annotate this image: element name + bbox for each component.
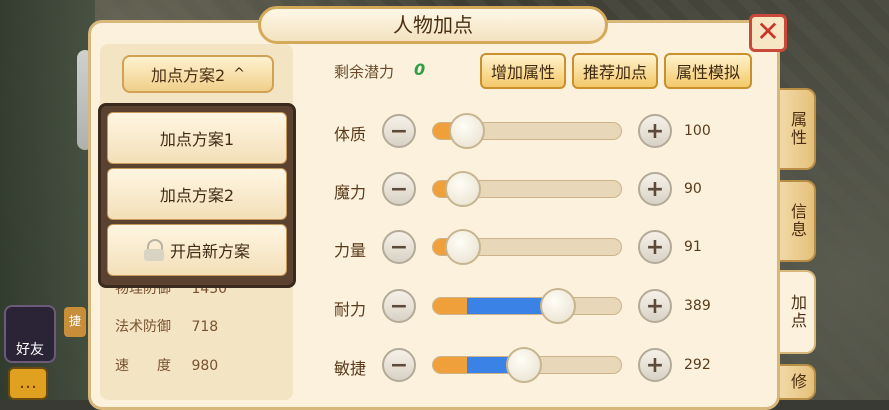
stat-label: 速 度 bbox=[115, 358, 171, 374]
plan-dropdown: 加点方案1 加点方案2 开启新方案 bbox=[98, 103, 296, 288]
potential-value: 0 bbox=[414, 60, 426, 79]
plus-icon: + bbox=[645, 352, 665, 378]
plan-select-button[interactable]: 加点方案2 ^ bbox=[122, 55, 274, 93]
tab-attributes[interactable]: 属性 bbox=[780, 88, 816, 170]
attribute-label: 力量 bbox=[334, 241, 367, 260]
plus-icon: + bbox=[645, 234, 665, 260]
plus-button[interactable]: + bbox=[638, 348, 672, 382]
lock-icon bbox=[143, 239, 164, 261]
minus-icon: − bbox=[389, 118, 409, 144]
minus-icon: − bbox=[389, 352, 409, 378]
potential-label: 剩余潜力 bbox=[334, 63, 395, 81]
chat-icon[interactable]: … bbox=[8, 367, 48, 400]
stat-value: 718 bbox=[191, 319, 219, 335]
plus-button[interactable]: + bbox=[638, 172, 672, 206]
friends-button[interactable]: 好友 bbox=[4, 305, 56, 363]
plus-button[interactable]: + bbox=[638, 230, 672, 264]
plan-option-label: 加点方案2 bbox=[159, 186, 235, 205]
slider-base-fill bbox=[433, 357, 467, 373]
slider-knob[interactable] bbox=[506, 347, 543, 383]
attribute-value: 91 bbox=[684, 239, 702, 255]
attribute-value: 292 bbox=[684, 357, 711, 373]
close-icon: ✕ bbox=[756, 15, 780, 48]
recommend-points-button[interactable]: 推荐加点 bbox=[572, 53, 658, 89]
attribute-label: 敏捷 bbox=[334, 359, 367, 378]
unlock-plan-option[interactable]: 开启新方案 bbox=[107, 224, 287, 276]
quick-button[interactable]: 捷 bbox=[64, 307, 86, 337]
recommend-points-label: 推荐加点 bbox=[582, 63, 647, 82]
plus-icon: + bbox=[645, 118, 665, 144]
friends-label: 好友 bbox=[16, 342, 44, 358]
add-attribute-label: 增加属性 bbox=[490, 63, 555, 82]
minus-button[interactable]: − bbox=[382, 289, 416, 323]
attribute-slider[interactable] bbox=[432, 347, 622, 383]
tab-label: 修 bbox=[788, 373, 807, 391]
attribute-label: 魔力 bbox=[334, 183, 367, 202]
stat-row-magic-defense: 法术防御 718 bbox=[115, 316, 234, 336]
panel-title: 人物加点 bbox=[258, 6, 608, 44]
attribute-simulate-button[interactable]: 属性模拟 bbox=[664, 53, 752, 89]
tab-cultivation[interactable]: 修 bbox=[780, 364, 816, 400]
attribute-simulate-label: 属性模拟 bbox=[675, 63, 740, 82]
tab-points[interactable]: 加点 bbox=[780, 270, 816, 354]
panel-title-text: 人物加点 bbox=[393, 13, 473, 37]
minus-button[interactable]: − bbox=[382, 114, 416, 148]
slider-base-fill bbox=[433, 298, 467, 314]
quick-label: 捷 bbox=[68, 314, 81, 328]
add-attribute-button[interactable]: 增加属性 bbox=[480, 53, 566, 89]
attribute-value: 100 bbox=[684, 123, 711, 139]
attribute-value: 389 bbox=[684, 298, 711, 314]
stat-row-speed: 速 度 980 bbox=[115, 355, 234, 375]
plus-button[interactable]: + bbox=[638, 114, 672, 148]
stat-value: 980 bbox=[191, 358, 219, 374]
attribute-slider[interactable] bbox=[432, 288, 622, 324]
plus-icon: + bbox=[645, 293, 665, 319]
plan-option-1[interactable]: 加点方案1 bbox=[107, 112, 287, 164]
attribute-value: 90 bbox=[684, 181, 702, 197]
attribute-slider[interactable] bbox=[432, 113, 622, 149]
minus-icon: − bbox=[389, 293, 409, 319]
attribute-label: 体质 bbox=[334, 125, 367, 144]
minus-icon: − bbox=[389, 176, 409, 202]
close-button[interactable]: ✕ bbox=[749, 14, 787, 52]
plus-button[interactable]: + bbox=[638, 289, 672, 323]
tab-label: 信息 bbox=[788, 203, 807, 239]
plus-icon: + bbox=[645, 176, 665, 202]
plan-option-2[interactable]: 加点方案2 bbox=[107, 168, 287, 220]
minus-icon: − bbox=[389, 234, 409, 260]
unlock-plan-label: 开启新方案 bbox=[169, 242, 250, 261]
attribute-label: 耐力 bbox=[334, 300, 367, 319]
attribute-slider[interactable] bbox=[432, 171, 622, 207]
plan-select-label: 加点方案2 bbox=[151, 66, 226, 85]
tab-label: 属性 bbox=[788, 111, 807, 147]
tab-label: 加点 bbox=[788, 294, 807, 330]
stat-label: 法术防御 bbox=[115, 319, 171, 335]
chevron-up-icon: ^ bbox=[233, 66, 245, 82]
minus-button[interactable]: − bbox=[382, 348, 416, 382]
slider-knob[interactable] bbox=[449, 113, 486, 149]
plan-option-label: 加点方案1 bbox=[159, 130, 235, 149]
attribute-slider[interactable] bbox=[432, 229, 622, 265]
minus-button[interactable]: − bbox=[382, 230, 416, 264]
tab-info[interactable]: 信息 bbox=[780, 180, 816, 262]
minus-button[interactable]: − bbox=[382, 172, 416, 206]
